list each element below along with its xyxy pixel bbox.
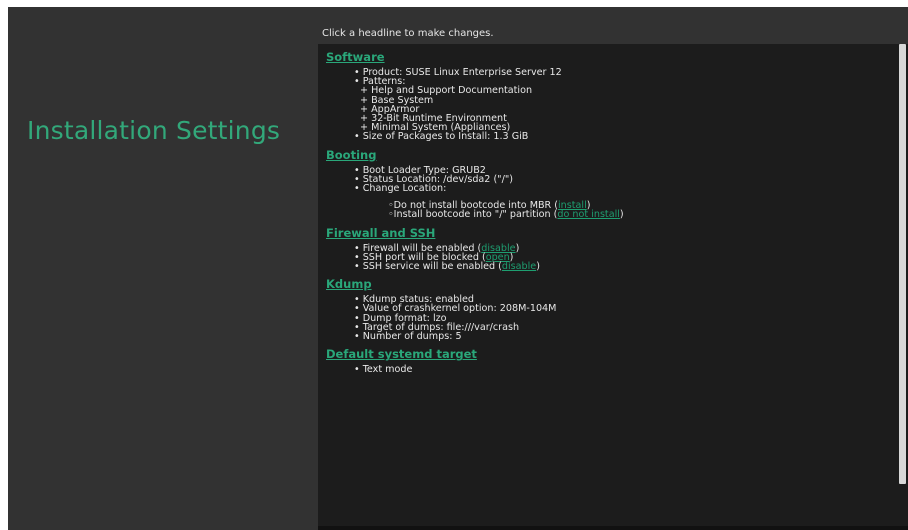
product-line: • Product: SUSE Linux Enterprise Server … — [354, 67, 562, 78]
change-location-line: • Change Location: — [354, 183, 447, 195]
kdump-headline[interactable]: Kdump — [326, 277, 896, 291]
panel-bottom-edge — [318, 526, 908, 530]
hint-text: Click a headline to make changes. — [322, 28, 494, 39]
package-size-line: • Size of Packages to Install: 1.3 GiB — [354, 131, 529, 143]
kdump-details: • Kdump status: enabled • Value of crash… — [326, 295, 896, 343]
partition-option-text: ◦Install bootcode into "/" partition ( — [388, 209, 558, 221]
partition-option-line: ◦Install bootcode into "/" partition (do… — [326, 209, 896, 221]
do-not-install-link[interactable]: do not install — [557, 209, 620, 220]
paren-close: ) — [536, 261, 540, 273]
booting-headline[interactable]: Booting — [326, 148, 896, 162]
ssh-service-line: • SSH service will be enabled (disable) — [326, 261, 896, 273]
systemd-details: • Text mode — [326, 364, 896, 376]
settings-panel: Software • Product: SUSE Linux Enterpris… — [318, 44, 908, 530]
settings-content: Software • Product: SUSE Linux Enterpris… — [326, 50, 896, 380]
ssh-service-text: • SSH service will be enabled ( — [354, 261, 502, 273]
paren-close: ) — [515, 242, 520, 254]
vertical-scrollbar[interactable] — [899, 44, 906, 484]
systemd-target-headline[interactable]: Default systemd target — [326, 347, 896, 361]
booting-details: • Boot Loader Type: GRUB2 • Status Locat… — [326, 165, 896, 221]
paren-close: ) — [619, 209, 624, 221]
systemd-target-line: • Text mode — [354, 364, 413, 376]
firewall-details: • Firewall will be enabled (disable) • S… — [326, 242, 896, 273]
software-headline[interactable]: Software — [326, 50, 896, 64]
page-title: Installation Settings — [27, 116, 281, 145]
kdump-item: • Number of dumps: 5 — [354, 331, 462, 343]
firewall-headline[interactable]: Firewall and SSH — [326, 226, 896, 240]
software-details: • Product: SUSE Linux Enterprise Server … — [326, 68, 896, 142]
ssh-service-disable-link[interactable]: disable — [502, 261, 536, 272]
